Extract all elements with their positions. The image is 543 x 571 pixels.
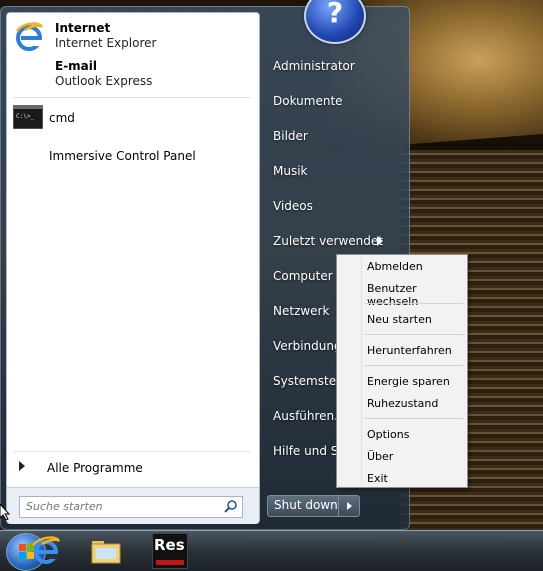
recent-item-cmd-label: cmd <box>49 111 75 125</box>
recent-item-immersive-label: Immersive Control Panel <box>49 149 196 163</box>
res-taskbar-icon[interactable]: Res <box>152 533 188 569</box>
search-input[interactable] <box>20 497 222 515</box>
res-bar <box>156 560 184 565</box>
search-box <box>19 496 243 518</box>
right-item-label: Zuletzt verwendet <box>273 234 383 248</box>
pinned-email-subtitle: Outlook Express <box>55 74 153 88</box>
menu-item-herunterfahren[interactable]: Herunterfahren <box>339 341 465 361</box>
menu-item-abmelden[interactable]: Abmelden <box>339 257 465 277</box>
menu-item-options[interactable]: Options <box>339 425 465 445</box>
menu-item-label: Herunterfahren <box>367 344 452 357</box>
right-item-label: Administrator <box>273 59 355 73</box>
right-item-label: Netzwerk <box>273 304 330 318</box>
pinned-internet-subtitle: Internet Explorer <box>55 36 157 50</box>
mouse-cursor-icon <box>0 504 10 520</box>
shutdown-context-menu: Abmelden Benutzer wechseln Neu starten H… <box>336 254 468 488</box>
arrow-right-icon <box>19 461 25 471</box>
menu-item-benutzer-wechseln[interactable]: Benutzer wechseln <box>339 279 465 308</box>
right-item-label: Computer <box>273 269 333 283</box>
recent-item-immersive-control-panel[interactable]: Immersive Control Panel <box>13 143 251 171</box>
internet-explorer-icon <box>16 22 44 51</box>
right-item-label: Dokumente <box>273 94 343 108</box>
arrow-right-icon <box>347 502 352 510</box>
menu-separator <box>365 418 463 419</box>
right-item-label: Videos <box>273 199 313 213</box>
shutdown-button[interactable]: Shut down <box>267 495 339 517</box>
right-item-label: Verbindung <box>273 339 342 353</box>
res-label: Res <box>154 536 185 554</box>
menu-item-label: Options <box>367 428 410 441</box>
menu-item-label: Benutzer wechseln <box>367 282 419 308</box>
all-programs-label: Alle Programme <box>47 461 143 475</box>
right-item-musik[interactable]: Musik <box>266 156 404 186</box>
pinned-internet-title: Internet <box>55 21 111 35</box>
question-mark-icon: ? <box>326 0 344 29</box>
all-programs-button[interactable]: Alle Programme <box>13 457 251 481</box>
right-item-dokumente[interactable]: Dokumente <box>266 86 404 116</box>
pinned-email[interactable]: E-mail Outlook Express <box>13 57 251 93</box>
recent-item-cmd[interactable]: C:\>_ cmd <box>13 105 251 133</box>
help-orb[interactable]: ? <box>304 0 366 44</box>
right-item-administrator[interactable]: Administrator <box>266 51 404 81</box>
right-item-label: Systemsteu <box>273 374 344 388</box>
menu-item-ruhezustand[interactable]: Ruhezustand <box>339 394 465 414</box>
search-area <box>7 487 259 524</box>
menu-separator <box>365 334 463 335</box>
menu-item-neu-starten[interactable]: Neu starten <box>339 310 465 330</box>
menu-item-label: Neu starten <box>367 313 432 326</box>
pinned-email-title: E-mail <box>55 59 98 73</box>
menu-separator <box>365 365 463 366</box>
menu-item-label: Über <box>367 450 394 463</box>
menu-item-label: Energie sparen <box>367 375 450 388</box>
svg-text:C:\>_: C:\>_ <box>16 113 34 120</box>
menu-separator <box>365 303 463 304</box>
right-item-videos[interactable]: Videos <box>266 191 404 221</box>
internet-explorer-taskbar-icon[interactable] <box>30 535 62 567</box>
pinned-internet[interactable]: Internet Internet Explorer <box>13 19 251 55</box>
right-item-bilder[interactable]: Bilder <box>266 121 404 151</box>
all-programs-separator <box>13 451 251 452</box>
shutdown-options-button[interactable] <box>338 495 360 517</box>
search-icon[interactable] <box>224 499 238 513</box>
right-item-zuletzt-verwendet[interactable]: Zuletzt verwendet <box>266 226 404 256</box>
menu-item-label: Exit <box>367 472 388 485</box>
start-menu-left-pane: Internet Internet Explorer E-mail Outloo… <box>6 12 260 524</box>
menu-item-energie-sparen[interactable]: Energie sparen <box>339 372 465 392</box>
menu-item-ueber[interactable]: Über <box>339 447 465 467</box>
folder-taskbar-icon[interactable] <box>90 537 122 565</box>
menu-item-label: Ruhezustand <box>367 397 439 410</box>
chevron-right-icon <box>377 236 383 246</box>
taskbar: Res <box>0 530 543 571</box>
pinned-separator <box>13 97 251 98</box>
right-item-label: Ausführen... <box>273 409 346 423</box>
command-prompt-icon: C:\>_ <box>13 105 43 129</box>
right-item-label: Bilder <box>273 129 308 143</box>
shutdown-label: Shut down <box>274 498 338 512</box>
right-item-label: Musik <box>273 164 308 178</box>
menu-item-label: Abmelden <box>367 260 423 273</box>
menu-item-exit[interactable]: Exit <box>339 469 465 489</box>
